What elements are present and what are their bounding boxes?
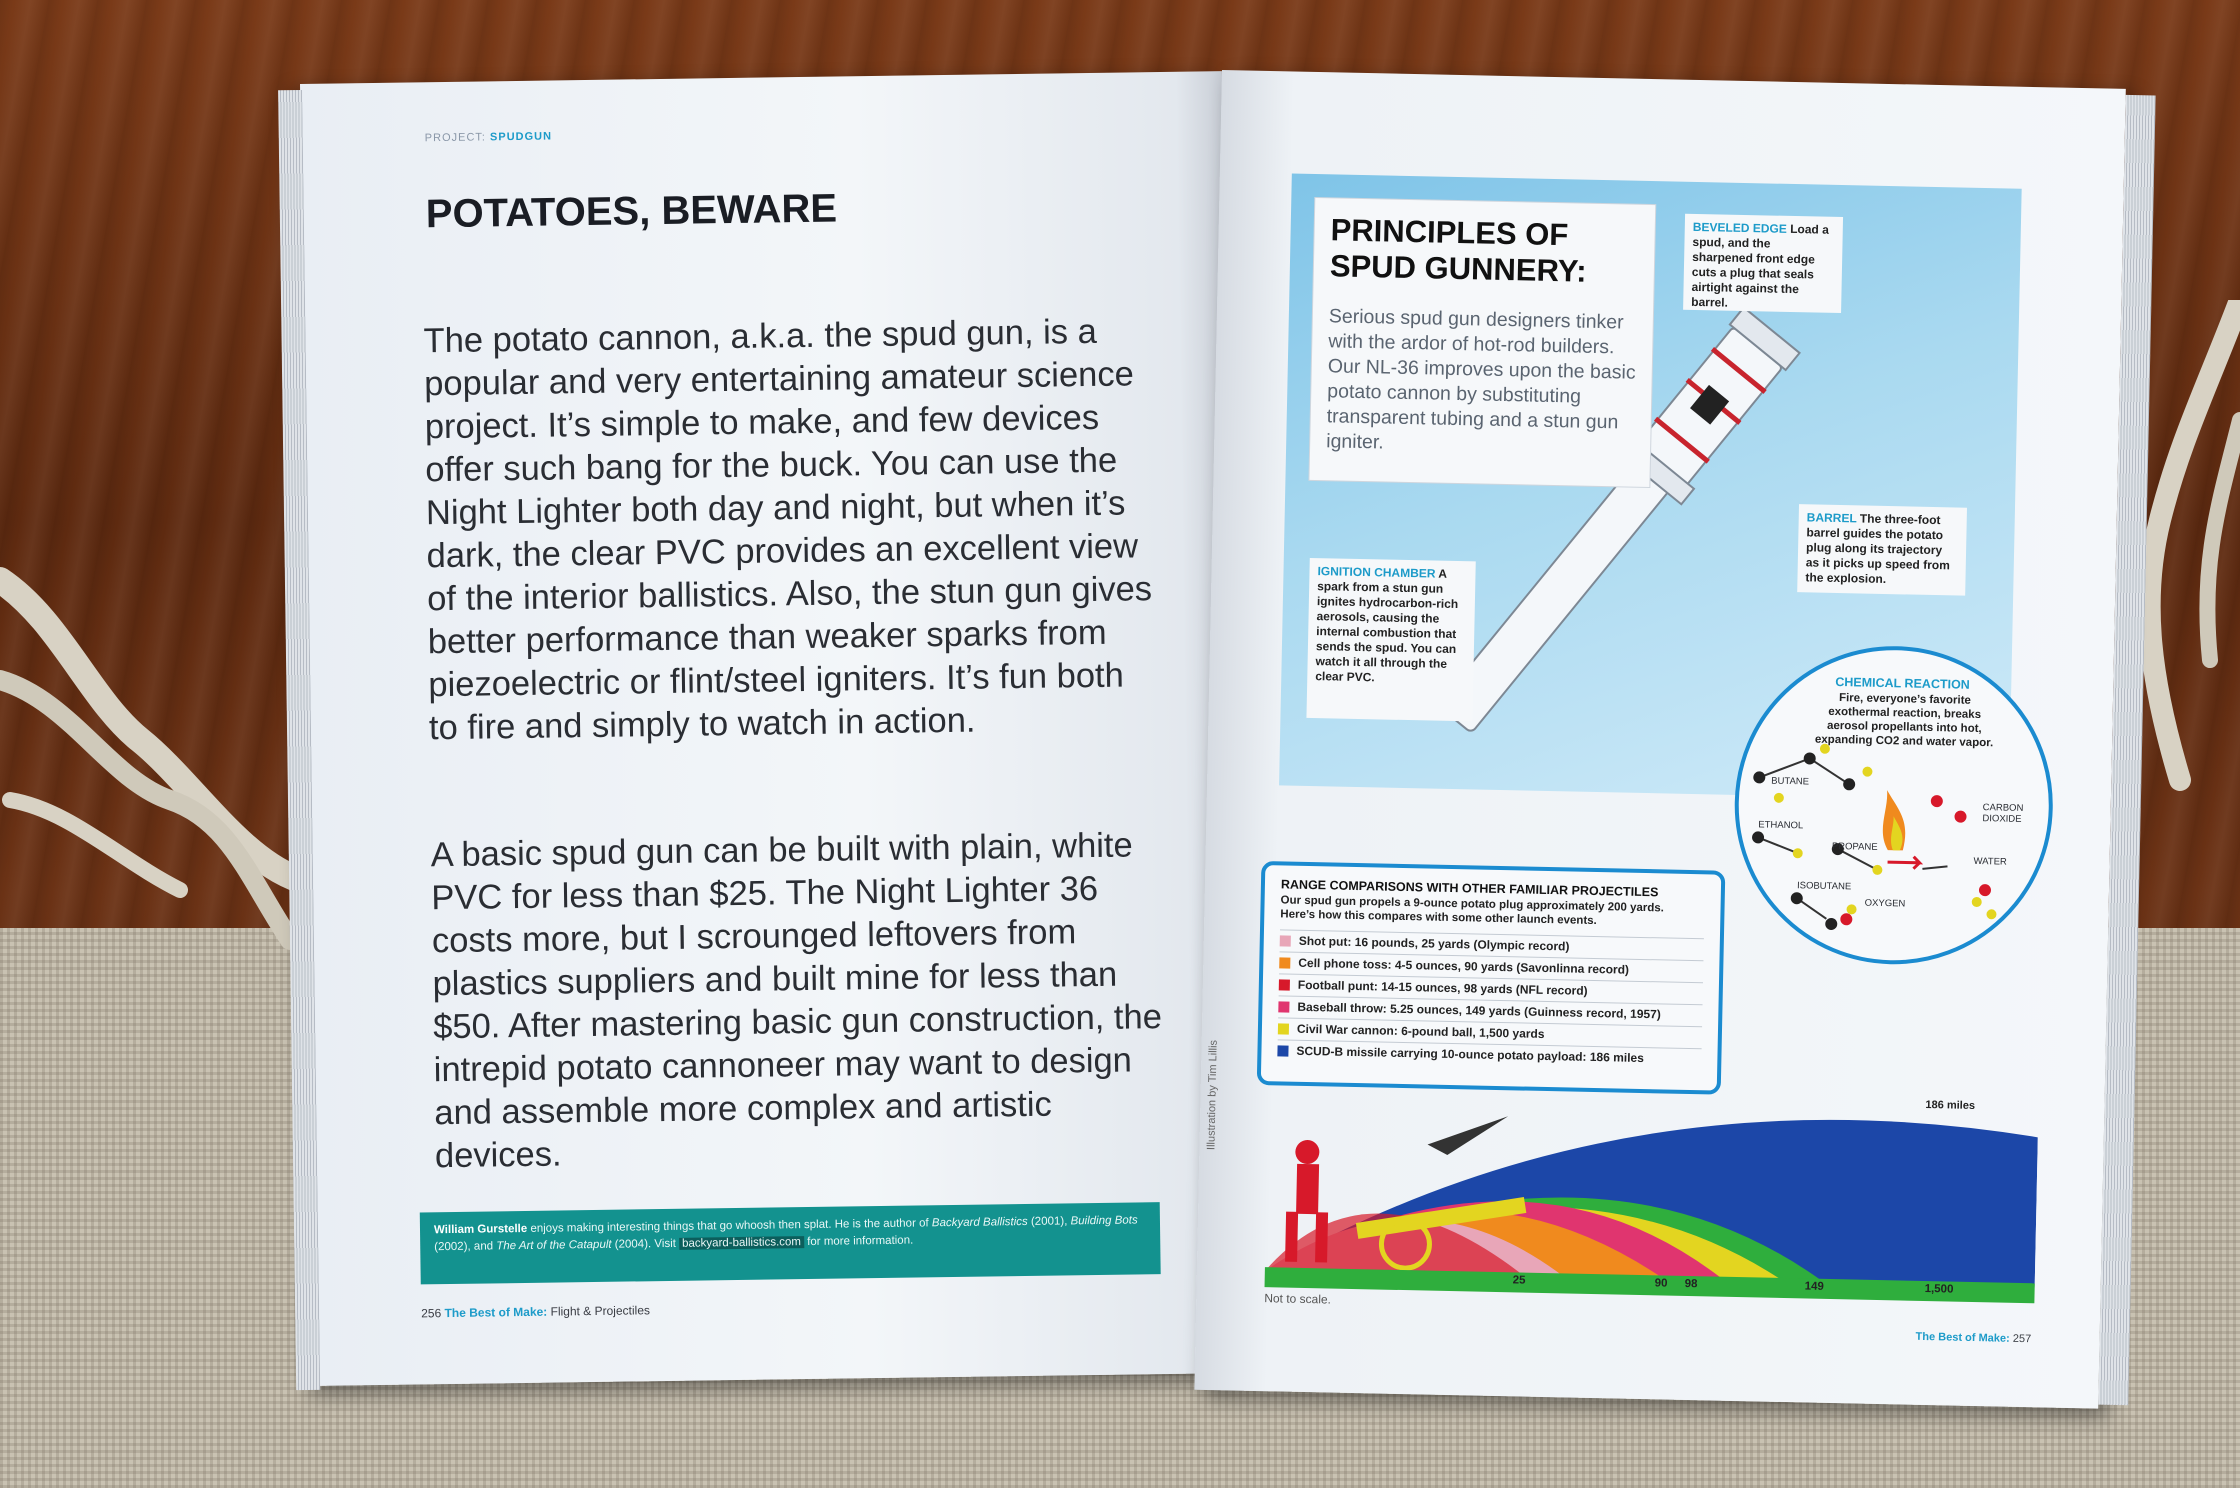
principles-box: PRINCIPLES OF SPUD GUNNERY: Serious spud… xyxy=(1309,197,1656,488)
range-color-swatch xyxy=(1277,1045,1289,1057)
author-bio-text: (2002), and xyxy=(434,1240,494,1254)
folio-section: Flight & Projectiles xyxy=(550,1303,651,1319)
page-number: 256 xyxy=(421,1306,442,1321)
axis-tick: 90 xyxy=(1654,1277,1668,1290)
trajectory-scene xyxy=(1264,1116,2038,1288)
open-book: PROJECT: SPUDGUN POTATOES, BEWARE The po… xyxy=(0,0,2240,1488)
page-stack-edge xyxy=(2098,94,2156,1406)
callout-text: A spark from a stun gun ignites hydrocar… xyxy=(1315,566,1459,685)
range-color-swatch xyxy=(1278,979,1290,991)
page-headline: POTATOES, BEWARE xyxy=(425,186,838,237)
author-book-title: The Art of the Catapult xyxy=(496,1238,612,1253)
author-bio-text: (2001), xyxy=(1030,1215,1068,1228)
principles-title: PRINCIPLES OF SPUD GUNNERY: xyxy=(1329,212,1587,289)
callout-key: IGNITION CHAMBER xyxy=(1317,564,1436,581)
molecule-label: ISOBUTANE xyxy=(1796,880,1852,893)
molecule-label: CARBON DIOXIDE xyxy=(1982,802,2024,825)
body-paragraph: A basic spud gun can be built with plain… xyxy=(430,826,1163,1176)
chemical-reaction-circle: CHEMICAL REACTION Fire, everyone’s favor… xyxy=(1731,642,2057,968)
range-comparisons-box: RANGE COMPARISONS WITH OTHER FAMILIAR PR… xyxy=(1256,860,1726,1095)
left-page: PROJECT: SPUDGUN POTATOES, BEWARE The po… xyxy=(278,71,1241,1391)
callout-barrel: BARREL The three-foot barrel guides the … xyxy=(1797,504,1967,596)
range-max-label: 186 miles xyxy=(1925,1098,1976,1112)
folio-book-title: The Best of Make: xyxy=(1915,1330,2010,1345)
author-website-link[interactable]: backyard-ballistics.com xyxy=(679,1236,805,1250)
range-list: Shot put: 16 pounds, 25 yards (Olympic r… xyxy=(1277,929,1704,1071)
page-number: 257 xyxy=(2012,1332,2032,1346)
range-intro: Our spud gun propels a 9-ounce potato pl… xyxy=(1280,894,1665,928)
page-folio: The Best of Make: 257 xyxy=(1915,1331,2031,1345)
callout-ignition-chamber: IGNITION CHAMBER A spark from a stun gun… xyxy=(1306,557,1476,722)
callout-key: BARREL xyxy=(1806,510,1857,526)
author-bio-box: William Gurstelle enjoys making interest… xyxy=(419,1202,1161,1285)
molecule-label: WATER xyxy=(1973,855,2007,868)
range-color-swatch xyxy=(1277,1023,1290,1035)
author-bio-text: enjoys making interesting things that go… xyxy=(530,1217,929,1235)
range-color-swatch xyxy=(1279,935,1291,947)
molecule-label: ETHANOL xyxy=(1758,819,1804,832)
illustration-credit: Illustration by Tim Lillis xyxy=(1205,1039,1220,1151)
molecule-label: OXYGEN xyxy=(1864,897,1906,910)
not-to-scale-note: Not to scale. xyxy=(1264,1291,1332,1307)
axis-tick: 25 xyxy=(1512,1274,1526,1287)
body-paragraph: The potato cannon, a.k.a. the spud gun, … xyxy=(423,312,1153,748)
callout-beveled-edge: BEVELED EDGE Load a spud, and the sharpe… xyxy=(1683,213,1844,314)
running-head-prefix: PROJECT: xyxy=(424,131,487,145)
molecule-label: BUTANE xyxy=(1771,775,1810,788)
range-item-text: SCUD-B missile carrying 10-ounce potato … xyxy=(1296,1043,1644,1066)
callout-key: BEVELED EDGE xyxy=(1692,219,1787,236)
page-folio: 256 The Best of Make: Flight & Projectil… xyxy=(421,1303,650,1320)
right-page: PRINCIPLES OF SPUD GUNNERY: Serious spud… xyxy=(1194,70,2156,1409)
axis-tick: 1,500 xyxy=(1924,1282,1954,1296)
axis-tick: 149 xyxy=(1804,1280,1824,1293)
principles-text: Serious spud gun designers tinker with t… xyxy=(1326,305,1636,454)
author-bio-text: (2004). Visit xyxy=(614,1237,676,1251)
folio-book-title: The Best of Make: xyxy=(444,1304,548,1321)
author-bio-text: for more information. xyxy=(807,1234,914,1249)
running-head: PROJECT: SPUDGUN xyxy=(425,130,552,144)
molecule-label: PROPANE xyxy=(1831,840,1878,853)
author-book-title: Backyard Ballistics xyxy=(931,1215,1028,1230)
page-stack-edge xyxy=(278,89,321,1391)
running-head-topic: SPUDGUN xyxy=(489,130,553,144)
range-color-swatch xyxy=(1279,957,1291,969)
axis-tick: 98 xyxy=(1684,1277,1698,1291)
range-color-swatch xyxy=(1278,1001,1290,1013)
author-name: William Gurstelle xyxy=(433,1222,528,1237)
author-book-title: Building Bots xyxy=(1070,1214,1138,1228)
